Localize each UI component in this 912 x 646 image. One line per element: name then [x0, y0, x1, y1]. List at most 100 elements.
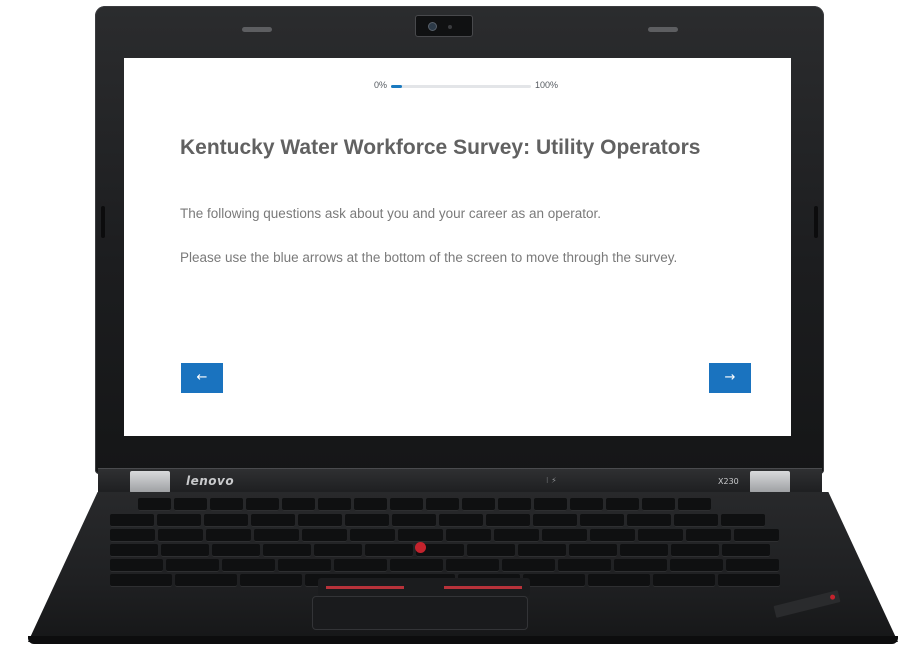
keyboard-key — [570, 498, 603, 511]
progress-track — [391, 85, 531, 88]
progress-start-label: 0% — [374, 80, 388, 90]
keyboard-key — [206, 529, 251, 542]
keyboard-key — [110, 529, 155, 542]
keyboard-key — [263, 544, 311, 557]
keyboard-key — [518, 544, 566, 557]
touchpad — [312, 596, 528, 630]
keyboard-key — [365, 544, 413, 557]
keyboard-key — [204, 514, 248, 527]
keyboard-key — [486, 514, 530, 527]
instructions-paragraph: Please use the blue arrows at the bottom… — [180, 250, 678, 265]
keyboard-key — [110, 574, 172, 587]
keyboard-key — [678, 498, 711, 511]
back-button[interactable]: ← — [181, 363, 223, 393]
status-led-icons: ⁝ ⚡ — [546, 476, 557, 485]
keyboard-row — [110, 544, 770, 557]
keyboard-key — [175, 574, 237, 587]
keyboard-key — [426, 498, 459, 511]
keyboard-key — [439, 514, 483, 527]
keyboard-key — [110, 514, 154, 527]
keyboard-key — [298, 514, 342, 527]
keyboard-row — [138, 498, 711, 511]
keyboard-key — [240, 574, 302, 587]
progress-fill — [391, 85, 403, 88]
keyboard-key — [392, 514, 436, 527]
survey-title: Kentucky Water Workforce Survey: Utility… — [180, 136, 701, 159]
lid-latch-right — [648, 27, 678, 32]
keyboard-key — [314, 544, 362, 557]
keyboard-key — [653, 574, 715, 587]
progress-end-label: 100% — [535, 80, 559, 90]
keyboard-key — [318, 498, 351, 511]
keyboard-row — [110, 529, 779, 542]
keyboard-key — [638, 529, 683, 542]
keyboard-key — [580, 514, 624, 527]
keyboard-key — [523, 574, 585, 587]
keyboard-key — [446, 559, 499, 572]
next-button[interactable]: → — [709, 363, 751, 393]
keyboard-key — [588, 574, 650, 587]
keyboard-key — [494, 529, 539, 542]
keyboard-key — [674, 514, 718, 527]
keyboard-key — [671, 544, 719, 557]
laptop-base-edge — [28, 636, 898, 644]
keyboard-key — [462, 498, 495, 511]
keyboard-key — [642, 498, 675, 511]
hinge-cap-right — [750, 471, 790, 493]
keyboard-key — [734, 529, 779, 542]
keyboard-key — [390, 498, 423, 511]
arrow-left-icon: ← — [196, 370, 208, 385]
keyboard-key — [110, 559, 163, 572]
keyboard-key — [498, 498, 531, 511]
progress-indicator: 0% 100% — [124, 80, 791, 94]
keyboard-key — [502, 559, 555, 572]
keyboard-key — [334, 559, 387, 572]
keyboard-key — [110, 544, 158, 557]
keyboard-key — [350, 529, 395, 542]
keyboard-key — [718, 574, 780, 587]
keyboard-key — [686, 529, 731, 542]
bezel-clip-left — [101, 206, 105, 238]
trackpoint-icon — [415, 542, 426, 553]
webcam-icon — [415, 15, 473, 37]
keyboard-key — [282, 498, 315, 511]
keyboard — [110, 496, 810, 587]
arrow-right-icon: → — [724, 370, 736, 385]
keyboard-key — [157, 514, 201, 527]
keyboard-key — [166, 559, 219, 572]
keyboard-key — [212, 544, 260, 557]
keyboard-key — [278, 559, 331, 572]
lid-latch-left — [242, 27, 272, 32]
keyboard-key — [670, 559, 723, 572]
intro-paragraph: The following questions ask about you an… — [180, 206, 602, 221]
keyboard-key — [222, 559, 275, 572]
keyboard-key — [354, 498, 387, 511]
keyboard-key — [390, 559, 443, 572]
keyboard-key — [467, 544, 515, 557]
keyboard-key — [246, 498, 279, 511]
keyboard-key — [721, 514, 765, 527]
keyboard-key — [569, 544, 617, 557]
keyboard-key — [614, 559, 667, 572]
survey-screen: 0% 100% Kentucky Water Workforce Survey:… — [124, 58, 791, 436]
laptop-hinge: lenovo ⁝ ⚡ X230 — [98, 468, 822, 494]
keyboard-key — [161, 544, 209, 557]
keyboard-key — [251, 514, 295, 527]
webcam-lens — [428, 22, 437, 31]
keyboard-key — [446, 529, 491, 542]
keyboard-key — [627, 514, 671, 527]
keyboard-key — [302, 529, 347, 542]
keyboard-key — [138, 498, 171, 511]
hinge-cap-left — [130, 471, 170, 493]
keyboard-key — [590, 529, 635, 542]
keyboard-key — [174, 498, 207, 511]
lenovo-logo: lenovo — [186, 474, 235, 488]
keyboard-key — [722, 544, 770, 557]
trackpoint-button-left — [326, 586, 404, 589]
trackpoint-buttons — [318, 578, 530, 596]
keyboard-key — [542, 529, 587, 542]
thinkpad-dot-icon — [829, 594, 836, 601]
keyboard-key — [254, 529, 299, 542]
keyboard-key — [158, 529, 203, 542]
keyboard-key — [726, 559, 779, 572]
